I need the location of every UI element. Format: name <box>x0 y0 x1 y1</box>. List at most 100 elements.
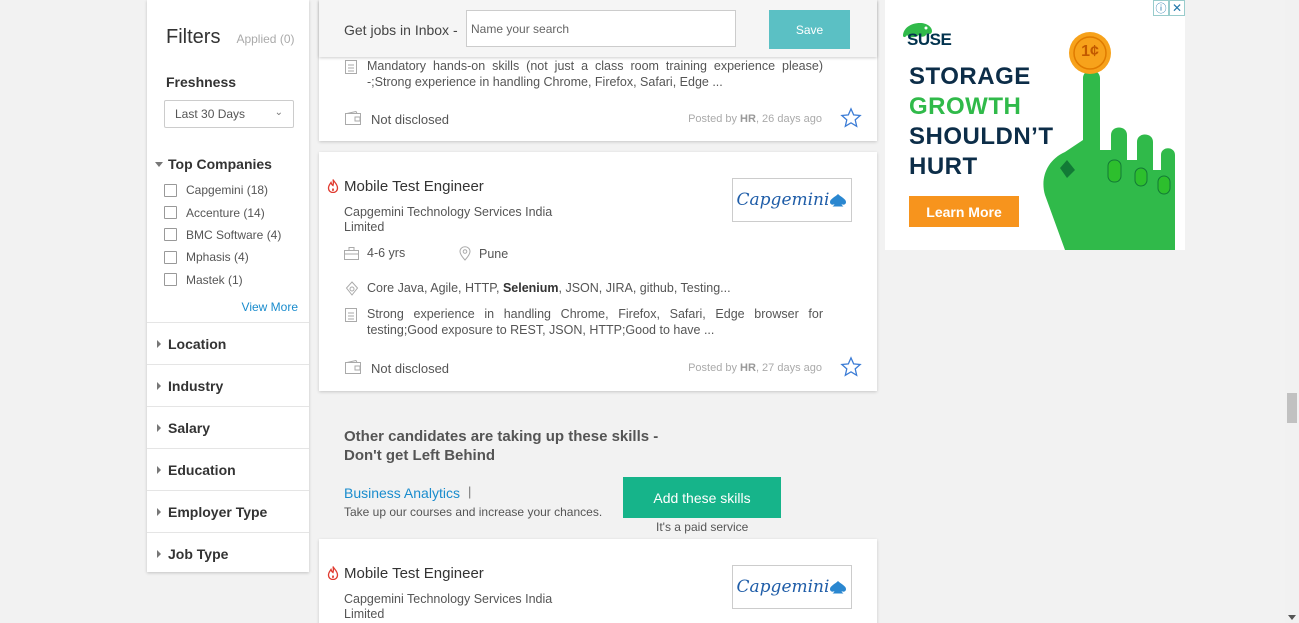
company-logo-text: Capgemini <box>736 190 830 210</box>
company-filter-label: Capgemini (18) <box>186 183 269 198</box>
ad-headline: SHOULDN’T <box>909 123 1054 150</box>
company-filter-label: Accenture (14) <box>186 205 265 220</box>
company-filter-item[interactable]: Capgemini (18) <box>164 179 281 201</box>
key-skills: Core Java, Agile, HTTP, Selenium, JSON, … <box>367 281 731 295</box>
experience-value: 4-6 yrs <box>367 246 406 260</box>
job-title[interactable]: Mobile Test Engineer <box>344 565 484 582</box>
job-card[interactable]: Mobile Test Engineer Capgemini Technolog… <box>319 152 877 391</box>
save-search-bar: Get jobs in Inbox - Save <box>319 0 877 57</box>
company-name[interactable]: Capgemini Technology Services India Limi… <box>344 205 554 235</box>
ad-info-icon[interactable]: ⓘ <box>1153 0 1169 16</box>
posted-when: , 27 days ago <box>755 362 822 374</box>
location: Pune <box>459 246 508 261</box>
company-logo-text: Capgemini <box>736 577 830 597</box>
posted-by: HR <box>740 362 756 374</box>
caret-right-icon <box>157 507 161 516</box>
company-filter-item[interactable]: Mphasis (4) <box>164 246 281 268</box>
add-skills-button[interactable]: Add these skills <box>623 477 781 518</box>
company-logo[interactable]: Capgemini <box>732 565 852 609</box>
caret-down-icon <box>155 161 163 167</box>
briefcase-icon <box>344 246 359 260</box>
search-name-input[interactable] <box>466 10 736 47</box>
hot-job-icon <box>327 566 339 580</box>
wallet-icon <box>345 111 361 125</box>
skill-link[interactable]: Business Analytics <box>344 485 460 501</box>
company-logo[interactable]: Capgemini <box>732 178 852 222</box>
caret-right-icon <box>157 549 161 558</box>
location-value: Pune <box>479 246 509 261</box>
posted-when: , 26 days ago <box>755 113 822 125</box>
filter-section-education[interactable]: Education <box>147 448 309 490</box>
company-filter-label: BMC Software (4) <box>186 227 282 242</box>
capgemini-spade-icon <box>830 194 847 207</box>
advertisement[interactable]: 1¢ SUSE STORAGE GROWTH SHOULDN’T HURT Le… <box>885 0 1185 250</box>
document-icon <box>345 60 357 74</box>
checkbox[interactable] <box>164 183 177 197</box>
scroll-down-arrow-icon[interactable] <box>1288 615 1296 620</box>
freshness-title: Freshness <box>166 74 237 90</box>
ad-learn-more-button[interactable]: Learn More <box>909 196 1019 227</box>
filters-header: Filters Applied (0) <box>166 26 294 49</box>
salary: Not disclosed <box>371 112 450 127</box>
experience: 4-6 yrs <box>344 246 405 260</box>
top-companies-toggle[interactable]: Top Companies <box>155 156 272 172</box>
company-filter-item[interactable]: Mastek (1) <box>164 269 281 291</box>
company-filter-item[interactable]: Accenture (14) <box>164 201 281 223</box>
save-button[interactable]: Save <box>769 10 850 49</box>
filters-panel: Filters Applied (0) Freshness Last 30 Da… <box>147 0 309 572</box>
ad-close-icon[interactable]: ✕ <box>1169 0 1185 16</box>
caret-right-icon <box>157 423 161 432</box>
skill-separator: | <box>468 484 472 499</box>
ad-headline: STORAGE <box>909 63 1031 90</box>
skills-highlight: Selenium <box>502 281 559 295</box>
skills-icon <box>345 281 359 296</box>
save-search-label: Get jobs in Inbox - <box>344 22 458 38</box>
filters-applied-count: Applied (0) <box>236 32 295 46</box>
filters-title: Filters <box>166 26 221 48</box>
caret-right-icon <box>157 339 161 348</box>
job-description: Mandatory hands-on skills (not just a cl… <box>367 59 823 89</box>
checkbox[interactable] <box>164 228 177 242</box>
filter-section-salary[interactable]: Salary <box>147 406 309 448</box>
document-icon <box>345 308 357 322</box>
posted-by: HR <box>740 113 756 125</box>
caret-right-icon <box>157 381 161 390</box>
filter-section-employer-type[interactable]: Employer Type <box>147 490 309 532</box>
scrollbar[interactable] <box>1285 0 1299 623</box>
checkbox[interactable] <box>164 250 177 264</box>
filter-section-industry[interactable]: Industry <box>147 364 309 406</box>
company-filter-label: Mastek (1) <box>186 272 243 287</box>
paid-service-note: It's a paid service <box>656 520 749 534</box>
checkbox[interactable] <box>164 206 177 220</box>
checkbox[interactable] <box>164 273 177 287</box>
filter-section-label: Employer Type <box>168 503 268 520</box>
salary: Not disclosed <box>371 361 450 376</box>
filter-section-job-type[interactable]: Job Type <box>147 532 309 574</box>
star-icon[interactable] <box>840 107 862 129</box>
hot-job-icon <box>327 179 339 193</box>
ad-headline: HURT <box>909 153 978 180</box>
freshness-select[interactable]: Last 30 Days ⌄ <box>164 100 294 128</box>
job-card[interactable]: Mobile Test Engineer Capgemini Technolog… <box>319 539 877 623</box>
skills-text: , JSON, JIRA, github, Testing... <box>558 281 731 295</box>
filter-section-location[interactable]: Location <box>147 322 309 364</box>
ad-brand: SUSE <box>907 30 952 49</box>
posted-info: Posted by HR, 26 days ago <box>688 113 822 125</box>
company-filter-label: Mphasis (4) <box>186 250 249 265</box>
skills-text: Core Java, Agile, HTTP, <box>367 281 503 295</box>
posted-info: Posted by HR, 27 days ago <box>688 362 822 374</box>
job-title[interactable]: Mobile Test Engineer <box>344 178 484 195</box>
filter-section-label: Education <box>168 461 236 478</box>
job-description: Strong experience in handling Chrome, Fi… <box>367 307 823 337</box>
scrollbar-thumb[interactable] <box>1287 393 1297 423</box>
upskill-subtitle: Take up our courses and increase your ch… <box>344 505 603 519</box>
view-more-link[interactable]: View More <box>242 300 298 314</box>
filter-section-label: Location <box>168 335 227 352</box>
filter-section-label: Industry <box>168 377 224 394</box>
company-filter-list: Capgemini (18) Accenture (14) BMC Softwa… <box>164 179 281 291</box>
star-icon[interactable] <box>840 356 862 378</box>
caret-right-icon <box>157 465 161 474</box>
company-filter-item[interactable]: BMC Software (4) <box>164 224 281 246</box>
upskill-title: Other candidates are taking up these ski… <box>344 428 659 464</box>
company-name[interactable]: Capgemini Technology Services India Limi… <box>344 592 554 622</box>
